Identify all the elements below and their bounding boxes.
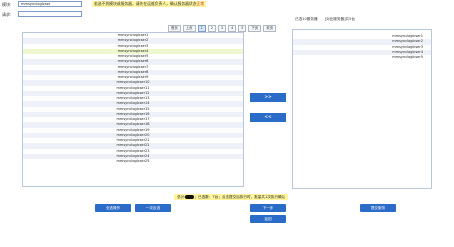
pager-page-1[interactable]: 1: [197, 25, 206, 32]
request-input[interactable]: [18, 11, 82, 17]
add-to-selected-button[interactable]: >>: [250, 93, 286, 102]
pager-last[interactable]: 末页: [263, 25, 276, 32]
invert-selection-button[interactable]: 一次反选: [135, 204, 171, 212]
pager-prev[interactable]: 上页: [182, 25, 196, 32]
status-suffix: ；点击提交后执行时，批量共1次执行确认: [218, 195, 286, 199]
pager-first[interactable]: 首页: [168, 25, 181, 32]
selected-server-list: mmsyncloglcser1 mmsyncloglcser2 mmsynclo…: [292, 29, 432, 189]
pager-page-5[interactable]: 5: [238, 25, 247, 32]
selected-count-label: 已选10服务器: [295, 17, 318, 21]
select-all-button[interactable]: 全选操作: [95, 204, 131, 212]
pager-page-2[interactable]: 2: [207, 25, 216, 32]
remove-from-selected-button[interactable]: <<: [250, 113, 286, 122]
pager-next[interactable]: 下页: [248, 25, 262, 32]
status-summary: 总计: ；已选数：7台；点击提交后执行时，批量共1次执行确认: [174, 194, 289, 200]
pager: 首页 上页 1 2 3 4 5 下页 末页: [168, 25, 276, 32]
list-item[interactable]: mmsyncloglcser25: [23, 159, 243, 164]
next-step-button[interactable]: 下一步: [250, 204, 286, 212]
pager-page-3[interactable]: 3: [217, 25, 227, 32]
module-input[interactable]: mmsyncloglcser: [18, 1, 82, 7]
selected-header: 已选10服务器 [对比服务器]共5台: [295, 17, 355, 22]
submit-servers-button[interactable]: 提交服务: [360, 204, 396, 212]
status-prefix: 总计:: [177, 195, 186, 199]
module-label: 模块:: [2, 2, 12, 7]
compare-servers-link[interactable]: [对比服务器]共5台: [325, 17, 355, 21]
notice-emphasis: 正常: [196, 1, 205, 6]
notice-banner: 若选不到模块或服务器，请先在运维负责人，确认服务器状态正常: [92, 1, 207, 7]
back-button[interactable]: 返回: [250, 215, 286, 223]
status-middle: ；已选数：7台: [194, 195, 219, 199]
request-label: 请求:: [2, 12, 12, 17]
pager-page-4[interactable]: 4: [228, 25, 237, 32]
available-server-list: mmsyncloglcser1 mmsyncloglcser2 mmsynclo…: [22, 32, 244, 187]
notice-text: 若选不到模块或服务器，请先在运维负责人，确认服务器状态: [94, 1, 197, 6]
list-item[interactable]: mmsyncloglcser5: [293, 55, 431, 60]
